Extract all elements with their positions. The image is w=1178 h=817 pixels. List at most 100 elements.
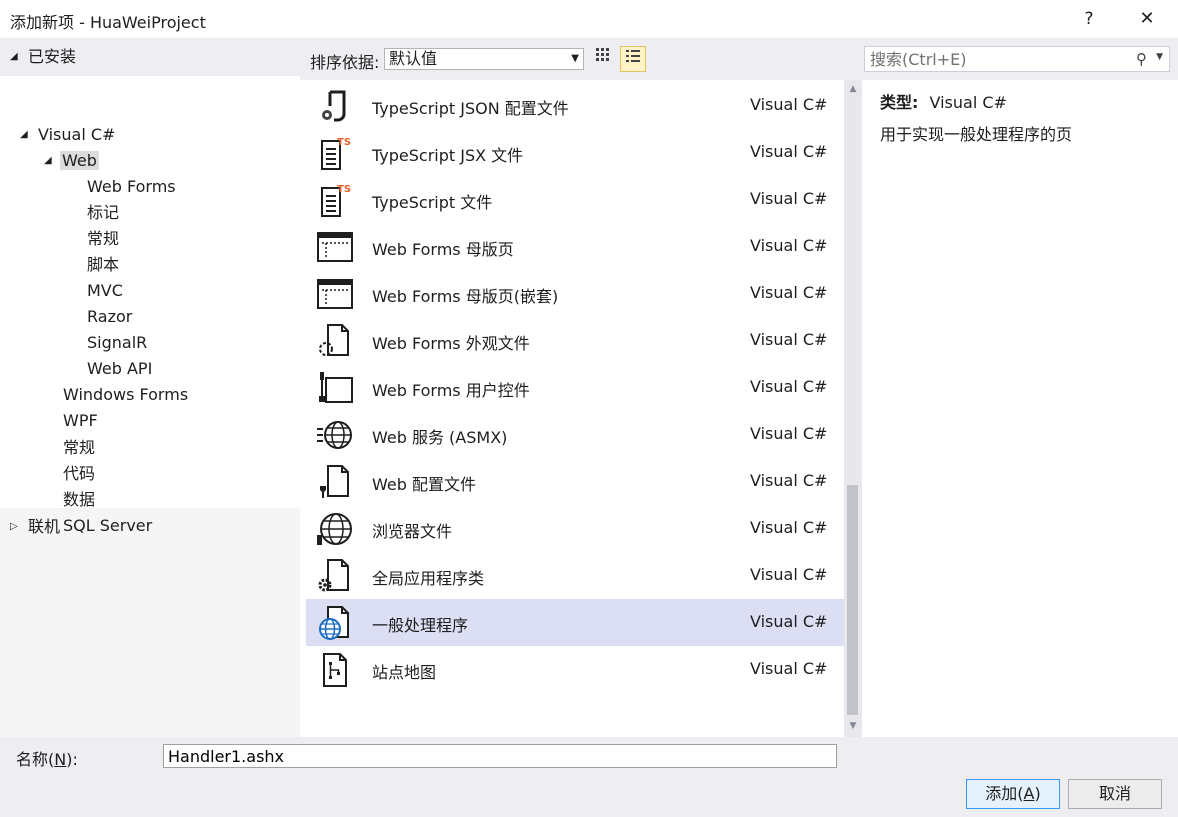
user-control-icon xyxy=(319,372,353,403)
list-item-selected[interactable]: 一般处理程序 Visual C# xyxy=(306,599,844,646)
name-input[interactable] xyxy=(163,744,837,768)
item-language: Visual C# xyxy=(750,377,828,396)
search-input[interactable] xyxy=(865,47,1125,71)
add-button[interactable]: 添加(A) xyxy=(966,779,1060,809)
collapse-arrow-icon[interactable]: ◢ xyxy=(10,44,24,70)
item-name: TypeScript JSON 配置文件 xyxy=(372,99,569,118)
list-item[interactable]: TS TypeScript JSX 文件 Visual C# xyxy=(306,129,844,176)
tree-item-installed[interactable]: ◢ 已安装 xyxy=(10,44,76,70)
item-language: Visual C# xyxy=(750,518,828,537)
global-app-icon xyxy=(318,559,349,592)
tree-item-sql-server[interactable]: SQL Server xyxy=(63,513,152,539)
ts-file-icon: TS xyxy=(321,184,351,217)
window-title: 添加新项 - HuaWeiProject xyxy=(10,13,206,32)
tree-item-razor[interactable]: Razor xyxy=(87,304,132,330)
item-name: Web Forms 母版页(嵌套) xyxy=(372,287,559,306)
cancel-button[interactable]: 取消 xyxy=(1068,779,1162,809)
list-item[interactable]: TS TypeScript 文件 Visual C# xyxy=(306,176,844,223)
list-item[interactable]: Web 配置文件 Visual C# xyxy=(306,458,844,505)
sitemap-icon xyxy=(323,653,347,687)
item-name: Web 配置文件 xyxy=(372,475,476,494)
web-service-icon xyxy=(317,421,352,449)
scroll-up-icon[interactable]: ▲ xyxy=(844,84,862,94)
browser-file-icon xyxy=(317,513,352,545)
small-icons-view-button[interactable] xyxy=(590,46,616,72)
item-type: 类型: Visual C# xyxy=(880,89,1007,113)
search-box[interactable]: ⚲ ▼ xyxy=(864,46,1170,72)
tree-item-mvc[interactable]: MVC xyxy=(87,278,123,304)
list-item[interactable]: Web Forms 母版页(嵌套) Visual C# xyxy=(306,270,844,317)
list-item[interactable]: Web Forms 用户控件 Visual C# xyxy=(306,364,844,411)
type-label: 类型: xyxy=(880,93,919,112)
grid-view-icon xyxy=(596,48,609,61)
item-language: Visual C# xyxy=(750,189,828,208)
tree-item-code[interactable]: 代码 xyxy=(63,461,95,487)
tree-item-signalr[interactable]: SignalR xyxy=(87,330,147,356)
list-scrollbar[interactable]: ▲ ▼ xyxy=(844,80,862,737)
tree-item-data[interactable]: 数据 xyxy=(63,487,95,513)
help-button[interactable]: ? xyxy=(1066,0,1112,38)
tree-item-online[interactable]: ▷ 联机 xyxy=(10,514,60,540)
item-name: TypeScript 文件 xyxy=(372,193,493,212)
type-value: Visual C# xyxy=(929,93,1007,112)
category-tree-panel: ◢ 已安装 ◢ Visual C# ◢ Web Web Forms 标记 常规 脚本 … xyxy=(0,38,300,737)
close-button[interactable]: ✕ xyxy=(1124,0,1170,38)
tree-item-visual-csharp[interactable]: ◢ Visual C# xyxy=(20,122,115,148)
item-name: Web Forms 外观文件 xyxy=(372,334,530,353)
chevron-down-icon[interactable]: ▼ xyxy=(1156,52,1163,62)
item-name: 全局应用程序类 xyxy=(372,569,485,588)
tree-item-markup[interactable]: 标记 xyxy=(87,200,119,226)
ts-file-icon: TS xyxy=(321,137,351,170)
tree-item-label: Web xyxy=(60,151,99,170)
list-view-icon xyxy=(626,50,640,62)
svg-text:TS: TS xyxy=(337,184,351,195)
list-view-button[interactable] xyxy=(620,46,646,72)
list-item[interactable]: Web Forms 外观文件 Visual C# xyxy=(306,317,844,364)
tree-item-general-2[interactable]: 常规 xyxy=(63,435,95,461)
item-language: Visual C# xyxy=(750,471,828,490)
tree-item-label: 联机 xyxy=(28,517,61,536)
tree-item-wpf[interactable]: WPF xyxy=(63,408,98,434)
item-description: 用于实现一般处理程序的页 xyxy=(880,125,1073,144)
tree-item-web-api[interactable]: Web API xyxy=(87,356,152,382)
scrollbar-thumb[interactable] xyxy=(847,485,858,715)
title-bar: 添加新项 - HuaWeiProject ? ✕ xyxy=(0,0,1178,38)
item-name: Web Forms 母版页 xyxy=(372,240,514,259)
scroll-down-icon[interactable]: ▼ xyxy=(844,721,862,731)
list-item[interactable]: 全局应用程序类 Visual C# xyxy=(306,552,844,599)
tree-item-label: 已安装 xyxy=(28,47,77,66)
details-panel: 类型: Visual C# 用于实现一般处理程序的页 xyxy=(866,80,1178,737)
tree-item-general[interactable]: 常规 xyxy=(87,226,119,252)
list-item[interactable]: TypeScript JSON 配置文件 Visual C# xyxy=(306,82,844,129)
sort-dropdown[interactable]: 默认值 ▼ xyxy=(384,48,584,70)
list-item[interactable]: 浏览器文件 Visual C# xyxy=(306,505,844,552)
installed-tree: ◢ Visual C# ◢ Web Web Forms 标记 常规 脚本 MVC R… xyxy=(0,76,300,535)
item-name: 浏览器文件 xyxy=(372,522,453,541)
tree-item-windows-forms[interactable]: Windows Forms xyxy=(63,382,188,408)
item-name: 站点地图 xyxy=(372,663,437,682)
installed-header: ◢ 已安装 xyxy=(0,38,300,76)
search-icon[interactable]: ⚲ xyxy=(1136,50,1147,68)
item-name: Web Forms 用户控件 xyxy=(372,381,530,400)
item-name: Web 服务 (ASMX) xyxy=(372,428,508,447)
master-page-icon xyxy=(317,279,353,309)
item-language: Visual C# xyxy=(750,424,828,443)
item-language: Visual C# xyxy=(750,236,828,255)
item-language: Visual C# xyxy=(750,283,828,302)
generic-handler-icon xyxy=(319,606,349,640)
collapse-arrow-icon[interactable]: ◢ xyxy=(44,148,58,174)
template-list: TypeScript JSON 配置文件 Visual C# TS TypeSc… xyxy=(306,80,844,737)
item-language: Visual C# xyxy=(750,142,828,161)
tree-item-web-forms[interactable]: Web Forms xyxy=(87,174,176,200)
tree-item-script[interactable]: 脚本 xyxy=(87,252,119,278)
list-item[interactable]: Web Forms 母版页 Visual C# xyxy=(306,223,844,270)
skin-file-icon xyxy=(319,324,349,356)
tree-item-web[interactable]: ◢ Web xyxy=(44,148,99,174)
expand-arrow-icon[interactable]: ▷ xyxy=(10,514,24,540)
list-item[interactable]: Web 服务 (ASMX) Visual C# xyxy=(306,411,844,458)
item-name: TypeScript JSX 文件 xyxy=(372,146,524,165)
toolbar: 排序依据: 默认值 ▼ ⚲ ▼ xyxy=(300,38,1178,80)
list-item[interactable]: 站点地图 Visual C# xyxy=(306,646,844,693)
master-page-icon xyxy=(317,232,353,262)
collapse-arrow-icon[interactable]: ◢ xyxy=(20,122,34,148)
